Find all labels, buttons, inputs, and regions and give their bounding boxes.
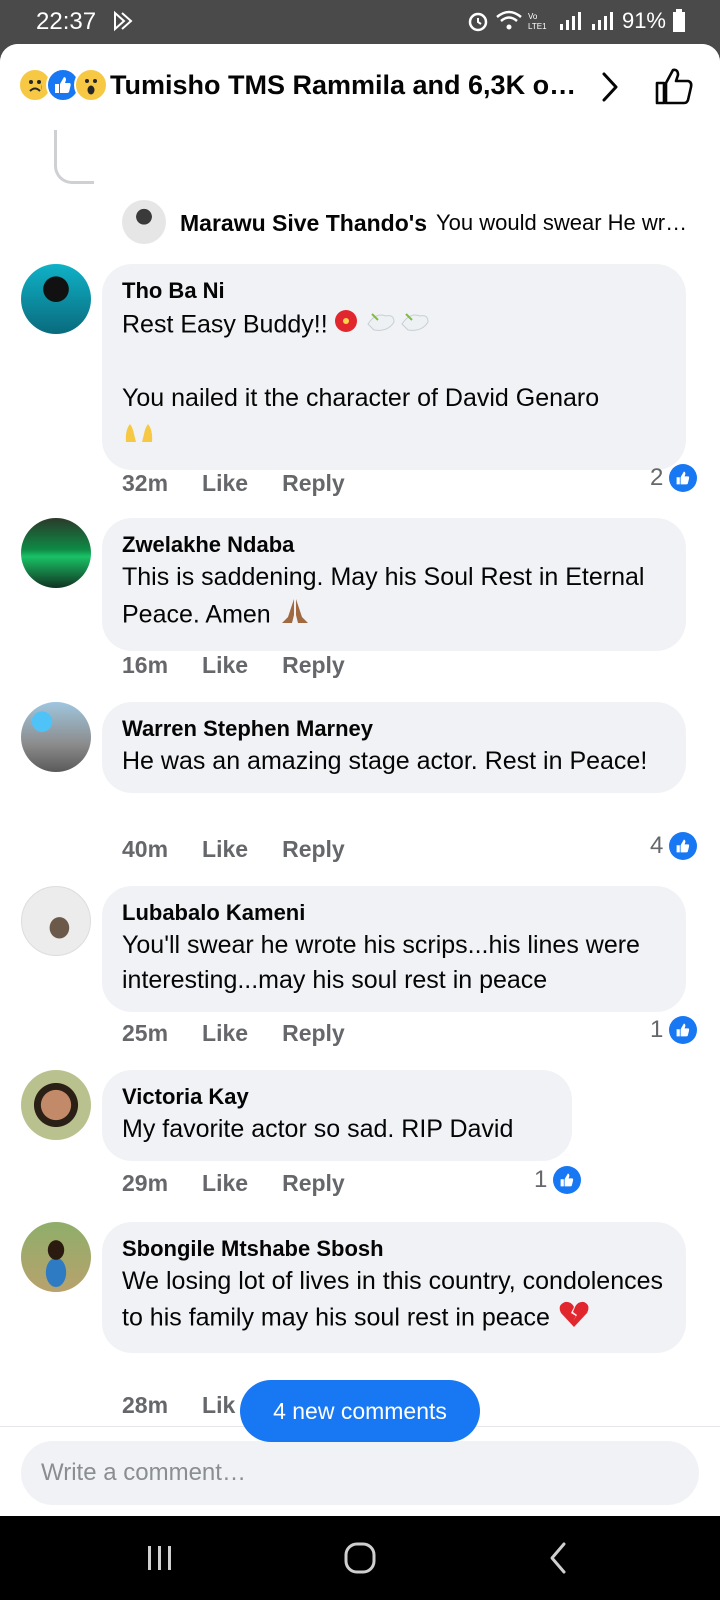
comment-author[interactable]: Zwelakhe Ndaba — [122, 530, 666, 560]
hibiscus-emoji-icon — [328, 306, 364, 346]
comment-text: You'll swear he wrote his scrips...his l… — [122, 931, 640, 994]
chevron-right-icon[interactable] — [598, 70, 622, 104]
reply-button[interactable]: Reply — [282, 652, 345, 679]
reply-thread-line — [54, 130, 94, 184]
comment-actions: 29m Like Reply — [122, 1170, 345, 1197]
comment-text: We losing lot of lives in this country, … — [122, 1264, 666, 1339]
comment-actions: 32m Like Reply — [122, 470, 345, 497]
raising-hands-emoji-icon — [122, 416, 156, 456]
like-button[interactable]: Like — [202, 470, 248, 497]
reactors-title[interactable]: Tumisho TMS Rammila and 6,3K ot… — [110, 70, 580, 101]
battery-percent: 91% — [621, 8, 666, 33]
comment-text: My favorite actor so sad. RIP David — [122, 1115, 514, 1143]
like-count-value: 1 — [650, 1016, 664, 1043]
wow-reaction-icon — [74, 68, 108, 102]
svg-text:Vo: Vo — [528, 12, 538, 21]
comment-author[interactable]: Tho Ba Ni — [122, 276, 666, 306]
battery-icon — [673, 9, 685, 32]
comment-author[interactable]: Warren Stephen Marney — [122, 714, 666, 744]
like-badge-icon — [553, 1166, 582, 1194]
like-count[interactable]: 2 — [650, 464, 698, 492]
like-count[interactable]: 4 — [650, 832, 698, 860]
reply-button[interactable]: Reply — [282, 1170, 345, 1197]
comment-time: 28m — [122, 1392, 169, 1418]
comment-author[interactable]: Victoria Kay — [122, 1082, 552, 1112]
back-icon[interactable] — [540, 1538, 580, 1578]
avatar[interactable] — [21, 886, 91, 956]
like-count-value: 1 — [534, 1166, 548, 1193]
comment-bubble[interactable]: Warren Stephen Marney He was an amazing … — [102, 702, 686, 793]
signal-icon — [559, 12, 581, 30]
reply-preview-text[interactable]: You would swear He wr… — [436, 210, 692, 236]
comment-bubble[interactable]: Tho Ba Ni Rest Easy Buddy!! You nailed i… — [102, 264, 686, 470]
avatar[interactable] — [21, 702, 91, 772]
dove-emoji-icon — [364, 306, 398, 346]
status-bar: 22:37 Vo LTE1 91% — [0, 0, 720, 44]
comment-text: He was an amazing stage actor. Rest in P… — [122, 747, 648, 775]
comments-sheet: Tumisho TMS Rammila and 6,3K ot… Marawu … — [0, 44, 720, 1516]
wifi-icon — [496, 10, 522, 30]
comment-time: 40m — [122, 836, 169, 862]
like-button[interactable]: Like — [202, 652, 248, 679]
svg-text:LTE1: LTE1 — [528, 22, 547, 31]
like-badge-icon — [669, 1016, 698, 1044]
dove-emoji-icon — [398, 306, 432, 346]
comment-actions: 28m Lik — [122, 1392, 235, 1419]
like-outline-icon[interactable] — [654, 66, 694, 106]
comment-actions: 16m Like Reply — [122, 652, 345, 679]
comment-time: 25m — [122, 1020, 169, 1046]
comment-text: This is saddening. May his Soul Rest in … — [122, 560, 666, 637]
comment-time: 16m — [122, 652, 169, 678]
alarm-icon — [468, 12, 488, 32]
comment-text: Rest Easy Buddy!! You nailed it the char… — [122, 306, 666, 456]
like-badge-icon — [669, 464, 698, 492]
like-button[interactable]: Lik — [202, 1392, 235, 1419]
comment-bubble[interactable]: Victoria Kay My favorite actor so sad. R… — [102, 1070, 572, 1161]
comment-feed[interactable]: Marawu Sive Thando's You would swear He … — [0, 130, 720, 1472]
like-button[interactable]: Like — [202, 836, 248, 863]
status-indicators: Vo LTE1 91% — [466, 8, 686, 34]
like-button[interactable]: Like — [202, 1170, 248, 1197]
broken-heart-emoji-icon — [557, 1299, 591, 1339]
sheet-header: Tumisho TMS Rammila and 6,3K ot… — [0, 44, 720, 130]
reply-author[interactable]: Marawu Sive Thando's — [180, 210, 427, 237]
system-nav-bar — [0, 1516, 720, 1600]
comment-actions: 25m Like Reply — [122, 1020, 345, 1047]
reaction-summary[interactable] — [18, 68, 108, 102]
like-badge-icon — [669, 832, 698, 860]
comment-bubble[interactable]: Lubabalo Kameni You'll swear he wrote hi… — [102, 886, 686, 1012]
like-count-value: 4 — [650, 832, 664, 859]
like-count[interactable]: 1 — [534, 1166, 582, 1194]
signal-icon-2 — [591, 12, 613, 30]
lte-icon: VoLTE1 — [528, 12, 547, 31]
reply-button[interactable]: Reply — [282, 1020, 345, 1047]
write-comment-input[interactable] — [21, 1441, 699, 1505]
reply-button[interactable]: Reply — [282, 836, 345, 863]
avatar[interactable] — [21, 1222, 91, 1292]
comment-bubble[interactable]: Zwelakhe Ndaba This is saddening. May hi… — [102, 518, 686, 651]
recent-apps-icon[interactable] — [140, 1538, 180, 1578]
reply-button[interactable]: Reply — [282, 470, 345, 497]
new-comments-button[interactable]: 4 new comments — [240, 1380, 480, 1442]
cast-icon — [114, 10, 133, 32]
comment-time: 32m — [122, 470, 169, 496]
avatar[interactable] — [122, 200, 166, 244]
avatar[interactable] — [21, 264, 91, 334]
comment-bubble[interactable]: Sbongile Mtshabe Sbosh We losing lot of … — [102, 1222, 686, 1353]
comment-author[interactable]: Lubabalo Kameni — [122, 898, 666, 928]
like-count[interactable]: 1 — [650, 1016, 698, 1044]
like-count-value: 2 — [650, 464, 664, 491]
comment-actions: 40m Like Reply — [122, 836, 345, 863]
comment-time: 29m — [122, 1170, 169, 1196]
home-icon[interactable] — [340, 1538, 380, 1578]
like-button[interactable]: Like — [202, 1020, 248, 1047]
comment-author[interactable]: Sbongile Mtshabe Sbosh — [122, 1234, 666, 1264]
status-time: 22:37 — [36, 8, 97, 35]
avatar[interactable] — [21, 518, 91, 588]
avatar[interactable] — [21, 1070, 91, 1140]
praying-hands-emoji-icon — [278, 595, 312, 637]
